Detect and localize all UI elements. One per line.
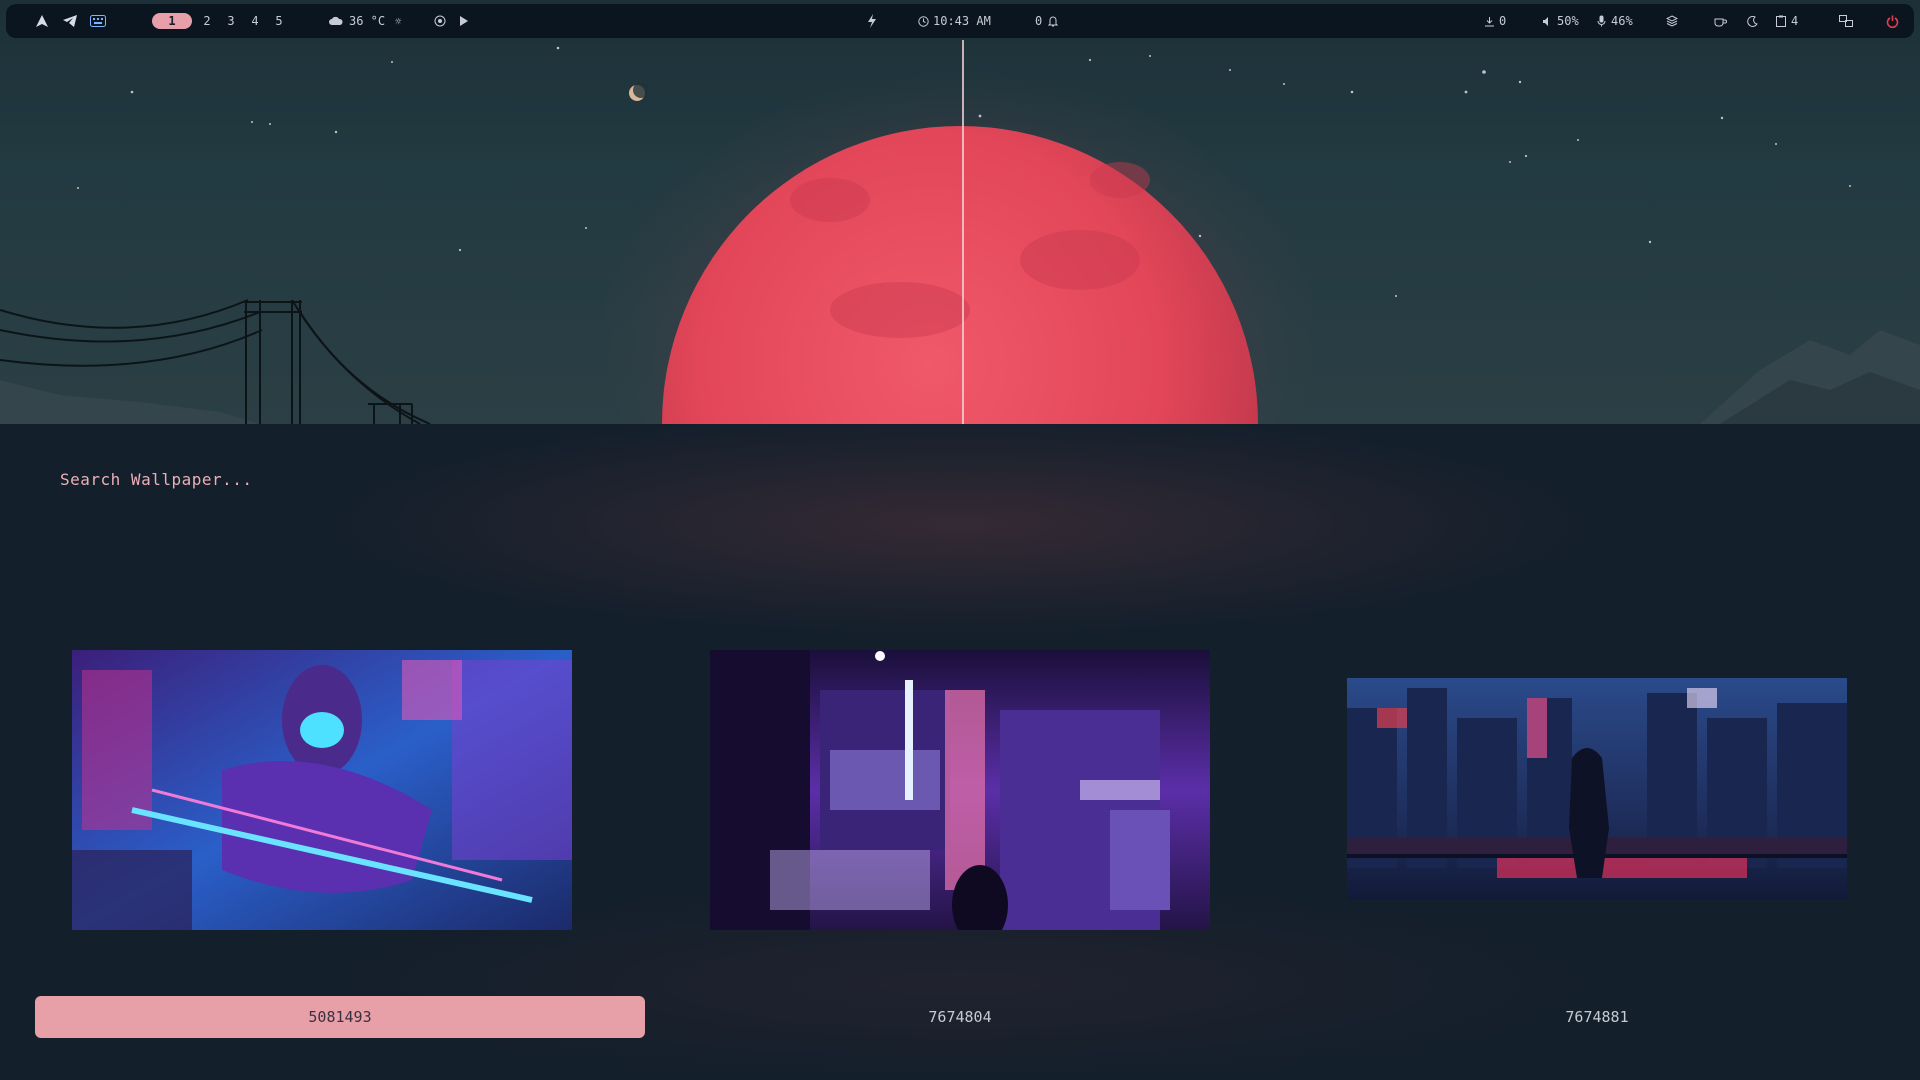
wallpaper-thumbnail-1[interactable]: [72, 650, 572, 930]
notifications-widget[interactable]: 0: [1032, 4, 1061, 38]
notification-count: 0: [1035, 14, 1043, 28]
workspace-4[interactable]: 4: [246, 13, 264, 29]
keyboard-icon[interactable]: [88, 11, 108, 31]
clock-widget[interactable]: 10:43 AM: [916, 4, 994, 38]
speaker-icon: [1541, 11, 1553, 31]
clipboard-widget[interactable]: 4: [1774, 4, 1801, 38]
volume-widget[interactable]: 50%: [1540, 4, 1582, 38]
workspace-1[interactable]: 1: [152, 13, 192, 29]
weather-temp: 36 °C: [349, 14, 386, 28]
media-record-icon[interactable]: [432, 11, 448, 31]
power-icon[interactable]: [1882, 11, 1902, 31]
play-icon[interactable]: [456, 11, 472, 31]
volume-level: 50%: [1557, 14, 1579, 28]
updates-widget[interactable]: 0: [1482, 4, 1509, 38]
wallpaper-label-1[interactable]: 5081493: [35, 996, 645, 1038]
window-layout-icon[interactable]: [1836, 11, 1856, 31]
workspace-5[interactable]: 5: [270, 13, 288, 29]
download-icon: [1483, 11, 1495, 31]
cloud-icon: [328, 11, 344, 31]
clipboard-icon: [1775, 11, 1787, 31]
lightning-icon[interactable]: [862, 11, 882, 31]
top-bar: 1 2 3 4 5 36 °C ☼ 10:43 AM 0 0 50% 46% 4: [6, 4, 1914, 38]
updates-count: 0: [1499, 14, 1507, 28]
bell-icon: [1047, 11, 1059, 31]
microphone-widget[interactable]: 46%: [1594, 4, 1636, 38]
wallpaper-thumbnail-3[interactable]: [1347, 678, 1847, 900]
weather-widget[interactable]: 36 °C ☼: [326, 4, 408, 38]
workspace-3[interactable]: 3: [222, 13, 240, 29]
clock-icon: [917, 11, 929, 31]
wallpaper-label-2[interactable]: 7674804: [655, 996, 1265, 1038]
moon-icon[interactable]: [1742, 11, 1762, 31]
desktop-wallpaper: [0, 0, 1920, 424]
clipboard-count: 4: [1791, 14, 1799, 28]
search-input[interactable]: Search Wallpaper...: [60, 470, 253, 489]
wallpaper-label-3[interactable]: 7674881: [1292, 996, 1902, 1038]
sun-icon: ☼: [394, 14, 402, 28]
layers-icon[interactable]: [1662, 11, 1682, 31]
workspace-2[interactable]: 2: [198, 13, 216, 29]
arch-icon[interactable]: [32, 11, 52, 31]
clock-time: 10:43 AM: [933, 14, 991, 28]
wallpaper-picker: Search Wallpaper... 5081493 7674804 7674…: [0, 424, 1920, 1080]
microphone-icon: [1595, 11, 1607, 31]
media-controls: [428, 4, 476, 38]
wallpaper-thumbnail-2[interactable]: [710, 650, 1210, 930]
workspace-switcher: 1 2 3 4 5: [152, 4, 294, 38]
telegram-icon[interactable]: [60, 11, 80, 31]
mic-level: 46%: [1611, 14, 1633, 28]
coffee-icon[interactable]: [1710, 11, 1730, 31]
